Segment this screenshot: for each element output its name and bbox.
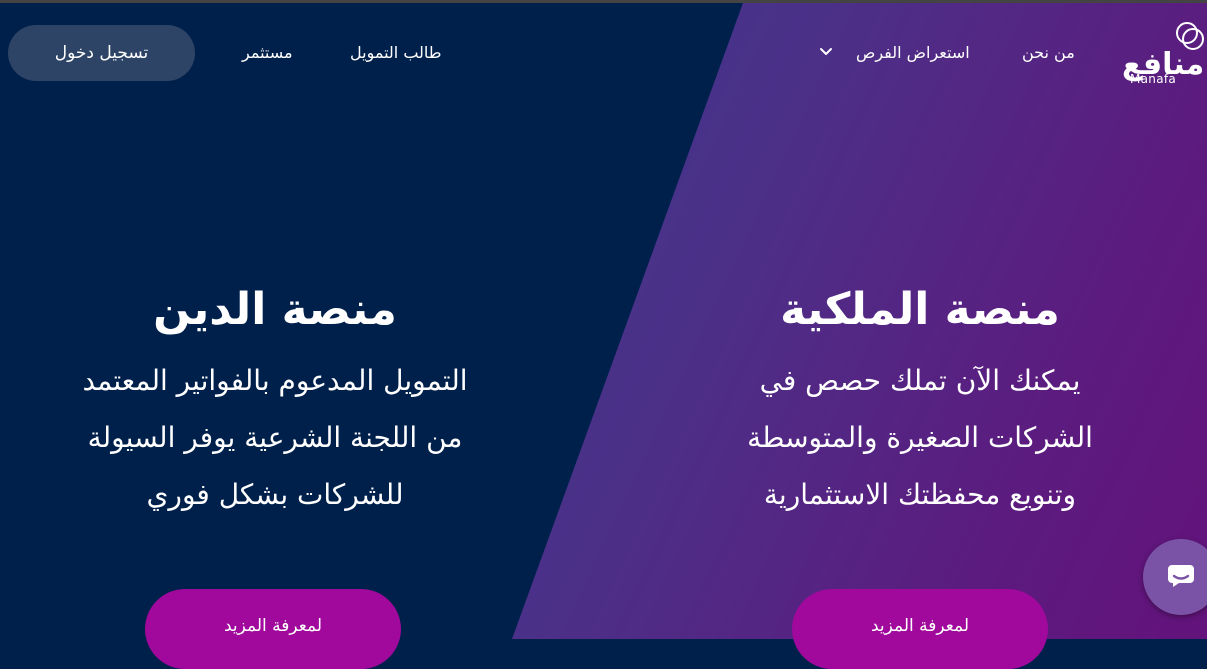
chevron-down-icon[interactable]: [818, 44, 834, 60]
debt-description-line: من اللجنة الشرعية يوفر السيولة: [87, 421, 463, 454]
nav-browse-opportunities[interactable]: استعراض الفرص: [856, 43, 970, 63]
nav-funding-seeker[interactable]: طالب التمويل: [350, 43, 442, 63]
ownership-description-line: الشركات الصغيرة والمتوسطة: [747, 421, 1093, 454]
logo-latin-text: Manafa: [1130, 72, 1177, 86]
ownership-description-line: وتنويع محفظتك الاستثمارية: [763, 478, 1077, 511]
ownership-description-line: يمكنك الآن تملك حصص في: [759, 364, 1081, 397]
debt-platform-title: منصة الدين: [153, 284, 397, 335]
login-button[interactable]: تسجيل دخول: [8, 25, 195, 81]
debt-platform-description: التمويل المدعوم بالفواتير المعتمد من الل…: [40, 352, 510, 523]
ownership-platform-description: يمكنك الآن تملك حصص في الشركات الصغيرة و…: [710, 352, 1130, 523]
debt-description-line: التمويل المدعوم بالفواتير المعتمد: [82, 364, 468, 397]
nav-investor[interactable]: مستثمر: [242, 43, 293, 63]
manafa-logo[interactable]: منافع Manafa: [1122, 20, 1206, 86]
top-border: [0, 0, 1207, 3]
ownership-platform-title: منصة الملكية: [780, 284, 1060, 335]
debt-learn-more-label: لمعرفة المزيد: [224, 616, 322, 636]
nav-about[interactable]: من نحن: [1022, 43, 1075, 63]
debt-description-line: للشركات بشكل فوري: [146, 478, 404, 511]
chat-icon: [1168, 565, 1194, 587]
ownership-learn-more-label: لمعرفة المزيد: [871, 616, 969, 636]
debt-learn-more-button[interactable]: لمعرفة المزيد: [145, 589, 401, 669]
ownership-learn-more-button[interactable]: لمعرفة المزيد: [792, 589, 1048, 669]
